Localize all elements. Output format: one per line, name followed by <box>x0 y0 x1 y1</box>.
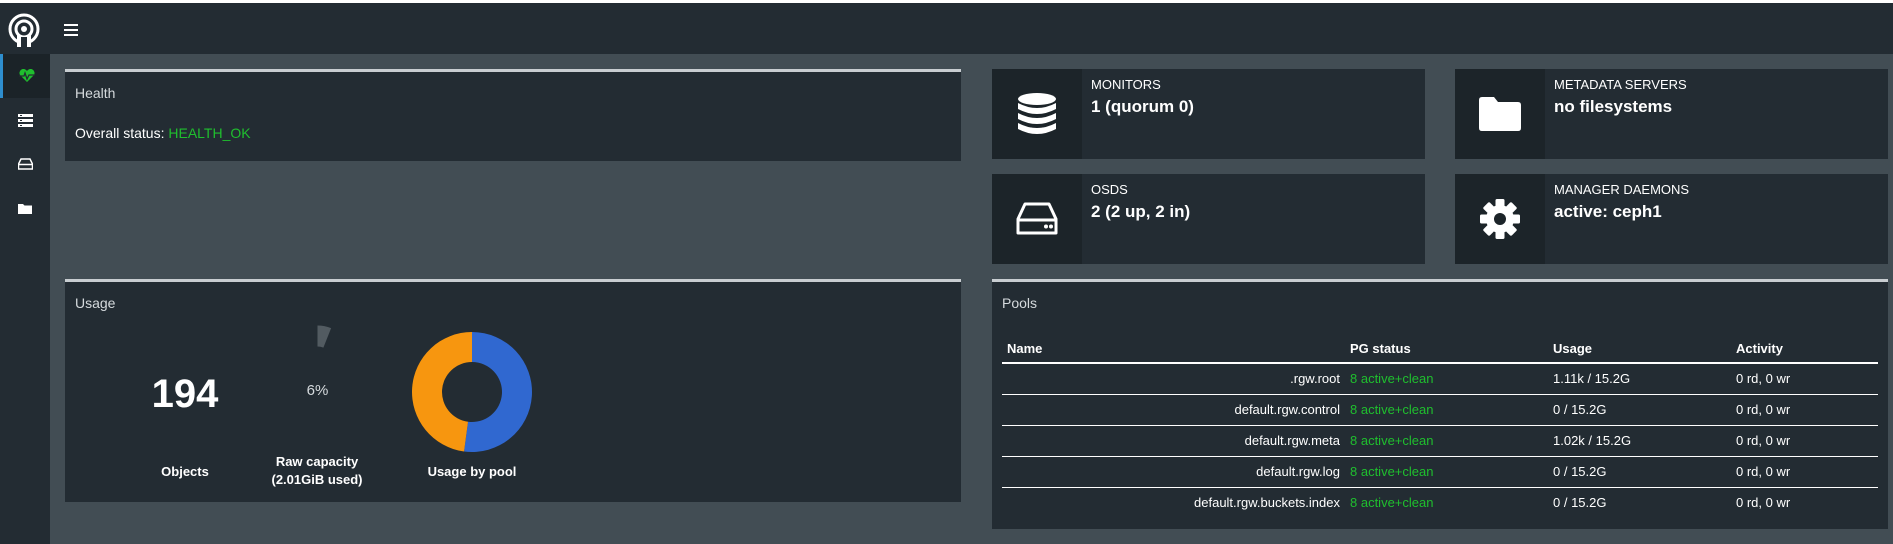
pool-activity: 0 rd, 0 wr <box>1731 456 1878 488</box>
menu-toggle-icon[interactable] <box>64 24 78 36</box>
table-row: default.rgw.buckets.index 8 active+clean… <box>1002 487 1878 518</box>
usage-by-pool-chart <box>412 332 532 452</box>
monitors-card[interactable]: MONITORS 1 (quorum 0) <box>992 69 1425 159</box>
stat-label: MANAGER DAEMONS <box>1554 182 1690 197</box>
usage-by-pool-label: Usage by pool <box>427 464 517 479</box>
hard-drive-icon <box>1016 202 1058 235</box>
server-icon <box>17 113 33 127</box>
stat-label: METADATA SERVERS <box>1554 77 1687 92</box>
objects-label: Objects <box>161 464 209 479</box>
column-header-usage[interactable]: Usage <box>1548 335 1731 364</box>
raw-capacity-fill <box>317 325 332 348</box>
hdd-icon <box>17 158 33 170</box>
panel-title: Health <box>75 85 116 101</box>
pool-usage: 0 / 15.2G <box>1553 495 1607 511</box>
ceph-logo[interactable] <box>6 13 42 49</box>
status-badge: HEALTH_OK <box>168 125 251 141</box>
raw-capacity-title: Raw capacity <box>275 454 359 469</box>
pool-pg-status: 8 active+clean <box>1345 456 1548 488</box>
metadata-servers-card[interactable]: METADATA SERVERS no filesystems <box>1455 69 1888 159</box>
column-header-name[interactable]: Name <box>1002 335 1345 364</box>
health-panel: Health Overall status: HEALTH_OK <box>65 69 961 161</box>
raw-capacity-label: Raw capacity (2.01GiB used) <box>262 453 372 489</box>
table-header-row: Name PG status Usage Activity <box>1002 335 1878 364</box>
pool-name: default.rgw.meta <box>1002 425 1345 457</box>
pools-table: Name PG status Usage Activity .rgw.root … <box>1002 335 1878 518</box>
pool-activity: 0 rd, 0 wr <box>1731 425 1878 457</box>
stat-value: no filesystems <box>1554 97 1673 116</box>
stat-value: 1 (quorum 0) <box>1091 97 1194 116</box>
column-header-activity[interactable]: Activity <box>1731 335 1878 364</box>
status-label: Overall status: <box>75 125 165 141</box>
sidebar-item-health[interactable] <box>0 54 50 98</box>
pool-activity: 0 rd, 0 wr <box>1731 394 1878 426</box>
sidebar-item-osds[interactable] <box>0 142 50 186</box>
sidebar-item-servers[interactable] <box>0 98 50 142</box>
pool-usage: 1.02k / 15.2G <box>1548 425 1731 457</box>
table-row: default.rgw.log 8 active+clean 0 / 15.2G… <box>1002 456 1878 488</box>
stat-value: active: ceph1 <box>1554 202 1662 221</box>
pool-usage: 0 / 15.2G <box>1548 394 1731 426</box>
pool-usage: 1.11k / 15.2G <box>1548 363 1731 395</box>
stat-label: OSDS <box>1091 182 1128 197</box>
raw-capacity-percent: 6% <box>306 382 329 399</box>
panel-title: Pools <box>1002 295 1038 311</box>
pool-name: default.rgw.buckets.index <box>1194 495 1340 511</box>
overall-status: Overall status: HEALTH_OK <box>75 125 251 141</box>
manager-daemons-card[interactable]: MANAGER DAEMONS active: ceph1 <box>1455 174 1888 264</box>
pool-activity: 0 rd, 0 wr <box>1736 495 1791 511</box>
pool-slice[interactable] <box>412 332 472 452</box>
database-icon <box>1018 93 1056 134</box>
heartbeat-icon <box>18 69 35 82</box>
osds-card[interactable]: OSDS 2 (2 up, 2 in) <box>992 174 1425 264</box>
objects-count: 194 <box>151 372 219 416</box>
gear-icon <box>1480 199 1520 239</box>
pool-pg-status: 8 active+clean <box>1345 394 1548 426</box>
folder-icon <box>1479 97 1521 131</box>
stat-value: 2 (2 up, 2 in) <box>1091 202 1191 221</box>
pool-pg-status: 8 active+clean <box>1345 363 1548 395</box>
panel-title: Usage <box>75 295 116 311</box>
pool-pg-status: 8 active+clean <box>1350 495 1434 511</box>
pool-name: default.rgw.control <box>1002 394 1345 426</box>
column-header-pg-status[interactable]: PG status <box>1345 335 1548 364</box>
pool-usage: 0 / 15.2G <box>1548 456 1731 488</box>
pool-pg-status: 8 active+clean <box>1345 425 1548 457</box>
stat-label: MONITORS <box>1091 77 1161 92</box>
pool-slice[interactable] <box>464 332 532 452</box>
top-navbar <box>0 0 1893 54</box>
pool-activity: 0 rd, 0 wr <box>1731 363 1878 395</box>
table-row: default.rgw.meta 8 active+clean 1.02k / … <box>1002 425 1878 457</box>
sidebar-item-filesystems[interactable] <box>0 186 50 230</box>
table-row: default.rgw.control 8 active+clean 0 / 1… <box>1002 394 1878 426</box>
folder-icon <box>18 203 32 214</box>
sidebar <box>0 54 50 544</box>
pool-name: default.rgw.log <box>1002 456 1345 488</box>
pool-name: .rgw.root <box>1002 363 1345 395</box>
table-row: .rgw.root 8 active+clean 1.11k / 15.2G 0… <box>1002 363 1878 395</box>
raw-capacity-used: (2.01GiB used) <box>271 472 363 487</box>
